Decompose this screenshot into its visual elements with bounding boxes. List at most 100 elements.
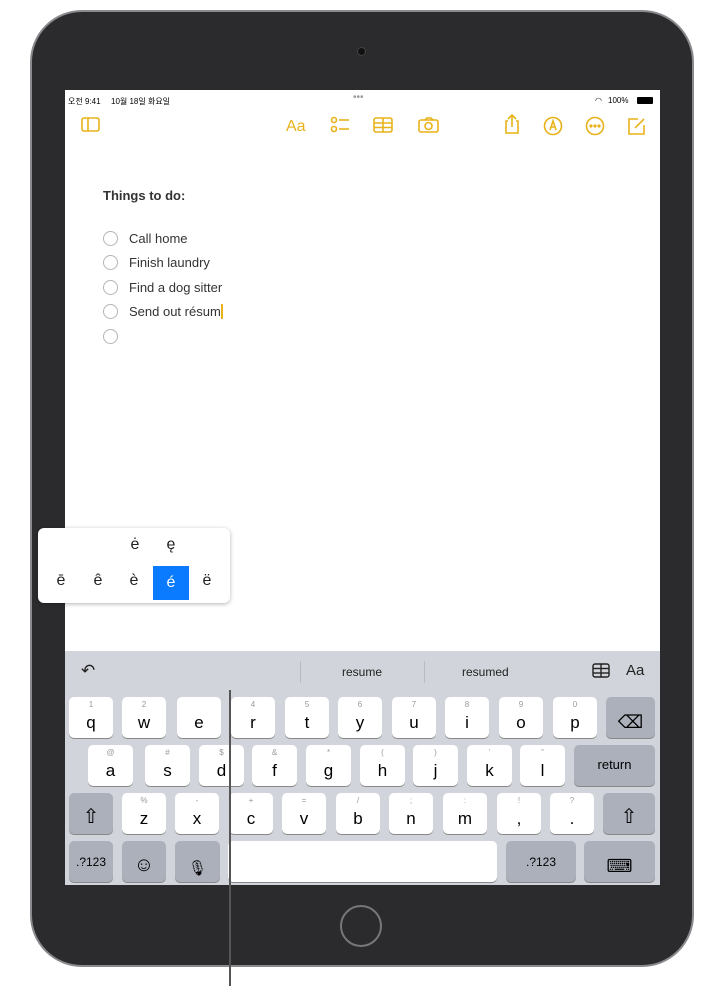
key-label: ☺ <box>133 854 155 876</box>
key-s[interactable]: # s <box>145 745 190 786</box>
key-y[interactable]: 6y <box>338 697 382 738</box>
key-secondary-label: = <box>301 796 307 805</box>
accent-option[interactable]: ë <box>189 572 225 590</box>
camera-icon[interactable] <box>418 116 440 139</box>
key-,[interactable]: !, <box>497 793 541 834</box>
key-m[interactable]: :m <box>443 793 487 834</box>
checklist-item[interactable]: Find a dog sitter <box>103 277 222 297</box>
key-l[interactable]: ” l <box>520 745 565 786</box>
table-icon[interactable] <box>592 663 610 684</box>
return-key[interactable]: return <box>574 745 655 786</box>
checklist-item[interactable]: Call home <box>103 228 188 248</box>
checklist-item[interactable]: Finish laundry <box>103 252 210 272</box>
checklist-item[interactable]: Send out résum <box>103 301 223 321</box>
suggestion-resumed[interactable]: resumed <box>462 665 509 679</box>
key-label: . <box>569 809 575 828</box>
share-icon[interactable] <box>503 113 521 139</box>
key-label: q <box>86 713 96 732</box>
key-label: i <box>465 713 469 732</box>
key-a[interactable]: @ a <box>88 745 133 786</box>
key-secondary-label: 9 <box>518 700 524 709</box>
key-f[interactable]: & f <box>252 745 297 786</box>
checklist-icon[interactable] <box>330 116 350 139</box>
key-q[interactable]: 1q <box>69 697 113 738</box>
checkbox-icon[interactable] <box>103 230 118 246</box>
front-camera <box>357 47 366 56</box>
key-label: y <box>355 713 365 732</box>
accent-option-selected[interactable]: é <box>153 566 189 600</box>
key-b[interactable]: / b <box>336 793 380 834</box>
table-icon[interactable] <box>373 116 393 139</box>
key-secondary-label: ’ <box>488 748 491 757</box>
checkbox-icon[interactable] <box>103 303 118 319</box>
key-g[interactable]: * g <box>306 745 351 786</box>
key-r[interactable]: 4r <box>231 697 275 738</box>
accent-option[interactable]: ē <box>43 572 79 590</box>
delete-key[interactable]: ⌫ <box>606 697 655 738</box>
key-u[interactable]: 7u <box>392 697 436 738</box>
dictation-key[interactable]: 🎙 <box>175 841 220 882</box>
key-label: u <box>409 713 419 732</box>
key-label: x <box>192 809 202 828</box>
key-d[interactable]: $ d <box>199 745 244 786</box>
compose-icon[interactable] <box>626 116 646 141</box>
key-.[interactable]: ?. <box>550 793 594 834</box>
checklist-item[interactable] <box>103 326 129 346</box>
accent-option[interactable]: ę <box>153 536 189 554</box>
multitask-dots-icon[interactable]: ••• <box>353 92 364 103</box>
key-secondary-label: 8 <box>464 700 470 709</box>
more-icon[interactable] <box>585 116 605 141</box>
key-v[interactable]: = v <box>282 793 326 834</box>
key-z[interactable]: % z <box>122 793 166 834</box>
numbers-key[interactable]: .?123 <box>69 841 113 882</box>
text-cursor <box>220 303 223 319</box>
accent-option[interactable]: è <box>116 572 152 590</box>
key-secondary-label: ” <box>541 748 544 757</box>
accent-option[interactable]: ė <box>117 536 153 554</box>
key-label: k <box>485 761 494 780</box>
format-icon[interactable]: Aa <box>626 662 644 679</box>
key-secondary-label: 1 <box>88 700 94 709</box>
key-i[interactable]: 8i <box>445 697 489 738</box>
checkbox-icon[interactable] <box>103 254 118 270</box>
key-h[interactable]: (h <box>360 745 405 786</box>
key-k[interactable]: ’ k <box>467 745 512 786</box>
markup-icon[interactable] <box>543 116 563 141</box>
shift-key[interactable]: ⇧ <box>603 793 655 834</box>
checkbox-icon[interactable] <box>103 279 118 295</box>
status-date: 10월 18일 화요일 <box>111 97 171 106</box>
key-w[interactable]: 2w <box>122 697 166 738</box>
undo-icon[interactable]: ↶ <box>81 661 95 681</box>
key-o[interactable]: 9o <box>499 697 543 738</box>
accent-option[interactable]: ê <box>80 572 116 590</box>
format-icon[interactable]: Aa <box>286 118 306 136</box>
key-label: ⇧ <box>620 806 638 828</box>
shift-key[interactable]: ⇧ <box>69 793 113 834</box>
key-p[interactable]: 0p <box>553 697 597 738</box>
numbers-key[interactable]: .?123 <box>506 841 576 882</box>
key-label: a <box>105 761 116 780</box>
key-n[interactable]: ; n <box>389 793 433 834</box>
key-x[interactable]: -x <box>175 793 219 834</box>
key-label: m <box>457 809 473 828</box>
key-label: ⌫ <box>617 712 644 732</box>
key-secondary-label: / <box>356 796 360 805</box>
key-c[interactable]: + c <box>229 793 273 834</box>
key-label: z <box>139 809 149 828</box>
checkbox-icon[interactable] <box>103 328 118 344</box>
divider <box>300 661 301 683</box>
sidebar-icon[interactable] <box>81 116 101 139</box>
key-t[interactable]: 5t <box>285 697 329 738</box>
suggestion-resume[interactable]: resume <box>342 665 382 679</box>
hide-keyboard-key[interactable]: ⌨ <box>584 841 655 882</box>
battery-icon <box>637 97 653 104</box>
emoji-key[interactable]: ☺ <box>122 841 166 882</box>
key-secondary-label: % <box>140 796 148 805</box>
space-key[interactable] <box>228 841 497 882</box>
key-j[interactable]: ) j <box>413 745 458 786</box>
home-button[interactable] <box>340 905 382 947</box>
key-secondary-label: 5 <box>304 700 310 709</box>
key-secondary-label: ! <box>517 796 521 805</box>
key-label: e <box>194 713 204 732</box>
key-e[interactable]: e <box>177 697 221 738</box>
